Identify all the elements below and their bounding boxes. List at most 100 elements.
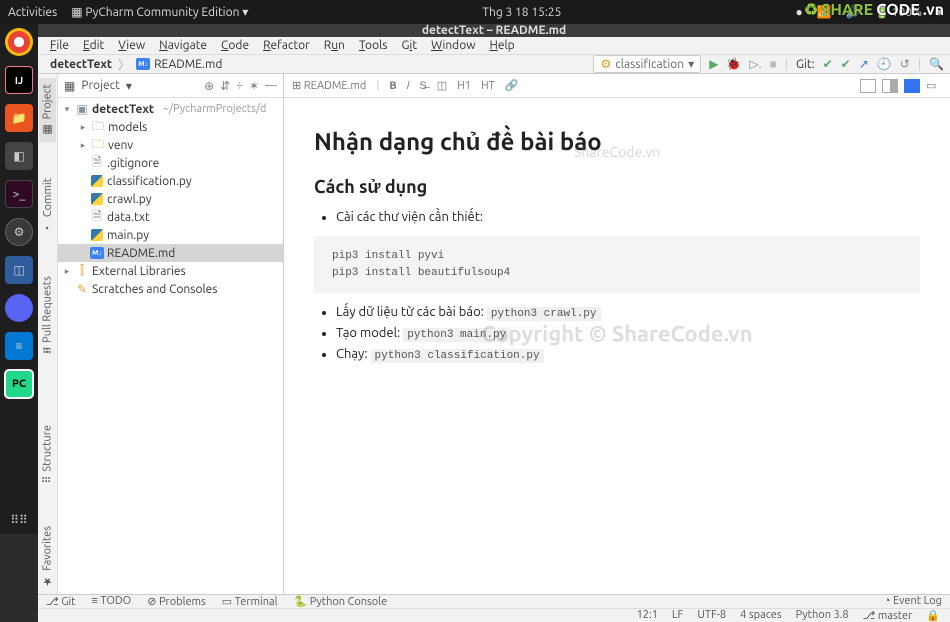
dock-discord-icon[interactable] [5,294,33,322]
md-italic-icon[interactable]: I [407,80,410,92]
project-expand-icon[interactable]: ⇵ [220,79,230,93]
status-caret-pos[interactable]: 12:1 [637,609,658,621]
breadcrumb-project[interactable]: detectText [44,58,118,71]
status-interpreter[interactable]: Python 3.8 [796,609,849,621]
git-update-icon[interactable]: ✔ [823,57,833,71]
readme-li-install: Cài các thư viện cần thiết: [336,210,920,224]
clock[interactable]: Thg 3 18 15:25 [248,6,795,19]
dock-intellij-icon[interactable]: IJ [5,66,33,94]
tool-tab-project[interactable]: ▦ Project [39,78,56,142]
stop-button[interactable]: ■ [770,57,777,71]
git-rollback-icon[interactable]: ↺ [900,57,910,71]
markdown-toolbar: ⊞ README.md | B I S̶ ◫ H1 HT 🔗 ▭ [284,74,950,98]
activities-button[interactable]: Activities [8,6,57,19]
tree-file-readme[interactable]: M↓README.md [58,244,283,262]
readme-li-crawl: Lấy dữ liệu từ các bài báo: python3 craw… [336,305,920,320]
dock-settings-icon[interactable]: ⚙ [5,218,33,246]
tree-file-crawl[interactable]: crawl.py [58,190,283,208]
md-bold-icon[interactable]: B [389,80,396,92]
status-lock-icon[interactable]: 🔒 [926,609,940,622]
tree-folder-venv[interactable]: ▸🗀venv [58,136,283,154]
git-commit-icon[interactable]: ✔ [841,57,851,71]
md-h1-icon[interactable]: H1 [457,80,471,92]
search-everywhere-icon[interactable]: 🔍 [929,57,944,71]
menu-navigate[interactable]: Navigate [153,37,213,54]
git-history-icon[interactable]: 🕘 [877,57,892,71]
dock-apps-grid-icon[interactable]: ⠿⠿ [5,506,33,534]
menu-file[interactable]: File [44,37,75,54]
tool-terminal[interactable]: ▭ Terminal [222,595,278,608]
tree-folder-models[interactable]: ▸🗀models [58,118,283,136]
project-hide-icon[interactable]: — [265,79,277,93]
readme-codeblock-install: pip3 install pyvi pip3 install beautiful… [314,236,920,293]
tool-tab-structure[interactable]: ⠿ Structure [39,419,56,490]
run-more-button[interactable]: ▷. [749,57,761,71]
project-select-opened-icon[interactable]: ⊕ [204,79,214,93]
status-encoding[interactable]: UTF-8 [697,609,726,621]
menu-code[interactable]: Code [215,37,255,54]
tree-file-data[interactable]: 🗎data.txt [58,208,283,226]
dock-files-icon[interactable]: 📁 [5,104,33,132]
git-push-icon[interactable]: ↗ [859,57,869,71]
preview-only-view-icon[interactable] [904,79,920,93]
bottom-tool-bar: ⎇ Git ≡ TODO ⊘ Problems ▭ Terminal 🐍 Pyt… [38,594,950,608]
menu-run[interactable]: Run [318,37,351,54]
status-bar: 12:1 LF UTF-8 4 spaces Python 3.8 ⎇ mast… [38,608,950,622]
tool-tab-pull-requests[interactable]: ⭿ Pull Requests [36,270,59,360]
readme-h2: Cách sử dụng [314,177,920,198]
tool-tab-favorites[interactable]: ★ Favorites [39,520,56,594]
editor-only-view-icon[interactable] [860,79,876,93]
dock-virtualbox-icon[interactable]: ◫ [5,256,33,284]
menu-view[interactable]: View [112,37,151,54]
project-view-icon[interactable]: ▦ [64,79,75,93]
tree-scratches[interactable]: ✎Scratches and Consoles [58,280,283,298]
split-view-icon[interactable] [882,79,898,93]
status-line-sep[interactable]: LF [672,609,683,621]
project-settings-icon[interactable]: ✶ [249,79,259,93]
md-ht-icon[interactable]: HT [481,80,495,92]
markdown-icon: M↓ [136,58,150,70]
run-button[interactable]: ▶ [709,57,718,71]
window-titlebar: detectText – README.md [38,24,950,37]
menu-git[interactable]: Git [395,37,423,54]
md-code-icon[interactable]: ◫ [437,79,447,92]
editor-settings-icon[interactable]: ▭ [926,79,942,93]
menu-tools[interactable]: Tools [353,37,394,54]
markdown-preview[interactable]: Nhận dạng chủ đề bài báo Cách sử dụng Cà… [284,98,950,594]
tool-problems[interactable]: ⊘ Problems [147,595,206,608]
project-tree[interactable]: ▾▣detectText ~/PycharmProjects/d ▸🗀model… [58,98,283,300]
dock-pycharm-icon[interactable]: PC [5,370,33,398]
tree-external-libraries[interactable]: ▸⫿External Libraries [58,262,283,280]
tool-tab-commit[interactable]: ◔ Commit [40,172,56,239]
menu-help[interactable]: Help [484,37,521,54]
menu-window[interactable]: Window [425,37,481,54]
menu-bar: File Edit View Navigate Code Refactor Ru… [38,37,950,55]
dock-chrome-icon[interactable] [5,28,33,56]
menu-refactor[interactable]: Refactor [257,37,316,54]
dock-terminal-icon[interactable]: >_ [5,180,33,208]
md-file-label: ⊞ README.md [292,79,366,92]
tool-git[interactable]: ⎇ Git [46,595,76,608]
tool-python-console[interactable]: 🐍 Python Console [294,595,388,608]
project-collapse-icon[interactable]: ÷ [236,79,243,93]
dock-vscode-icon[interactable]: ≡ [5,332,33,360]
menu-edit[interactable]: Edit [77,37,110,54]
status-indent[interactable]: 4 spaces [740,609,782,621]
tree-file-gitignore[interactable]: 🗎.gitignore [58,154,283,172]
git-label: Git: [796,58,815,71]
run-config-selector[interactable]: ⚙classification ▾ [593,55,701,73]
tool-todo[interactable]: ≡ TODO [92,595,132,607]
tree-root[interactable]: ▾▣detectText ~/PycharmProjects/d [58,100,283,118]
debug-button[interactable]: 🐞 [726,57,741,71]
status-git-branch[interactable]: ⎇ master [863,609,913,622]
md-link-icon[interactable]: 🔗 [505,79,519,92]
tree-file-classification[interactable]: classification.py [58,172,283,190]
tree-file-main[interactable]: main.py [58,226,283,244]
app-menu[interactable]: ▦ PyCharm Community Edition ▾ [71,5,248,19]
breadcrumb-file[interactable]: M↓README.md [130,58,228,71]
dock-app-icon[interactable]: ◧ [5,142,33,170]
md-strike-icon[interactable]: S̶ [419,80,426,92]
editor-area: ⊞ README.md | B I S̶ ◫ H1 HT 🔗 ▭ ShareCo… [284,74,950,594]
project-view-title[interactable]: Project [81,79,120,92]
event-log[interactable]: ◔ Event Log [884,595,942,607]
